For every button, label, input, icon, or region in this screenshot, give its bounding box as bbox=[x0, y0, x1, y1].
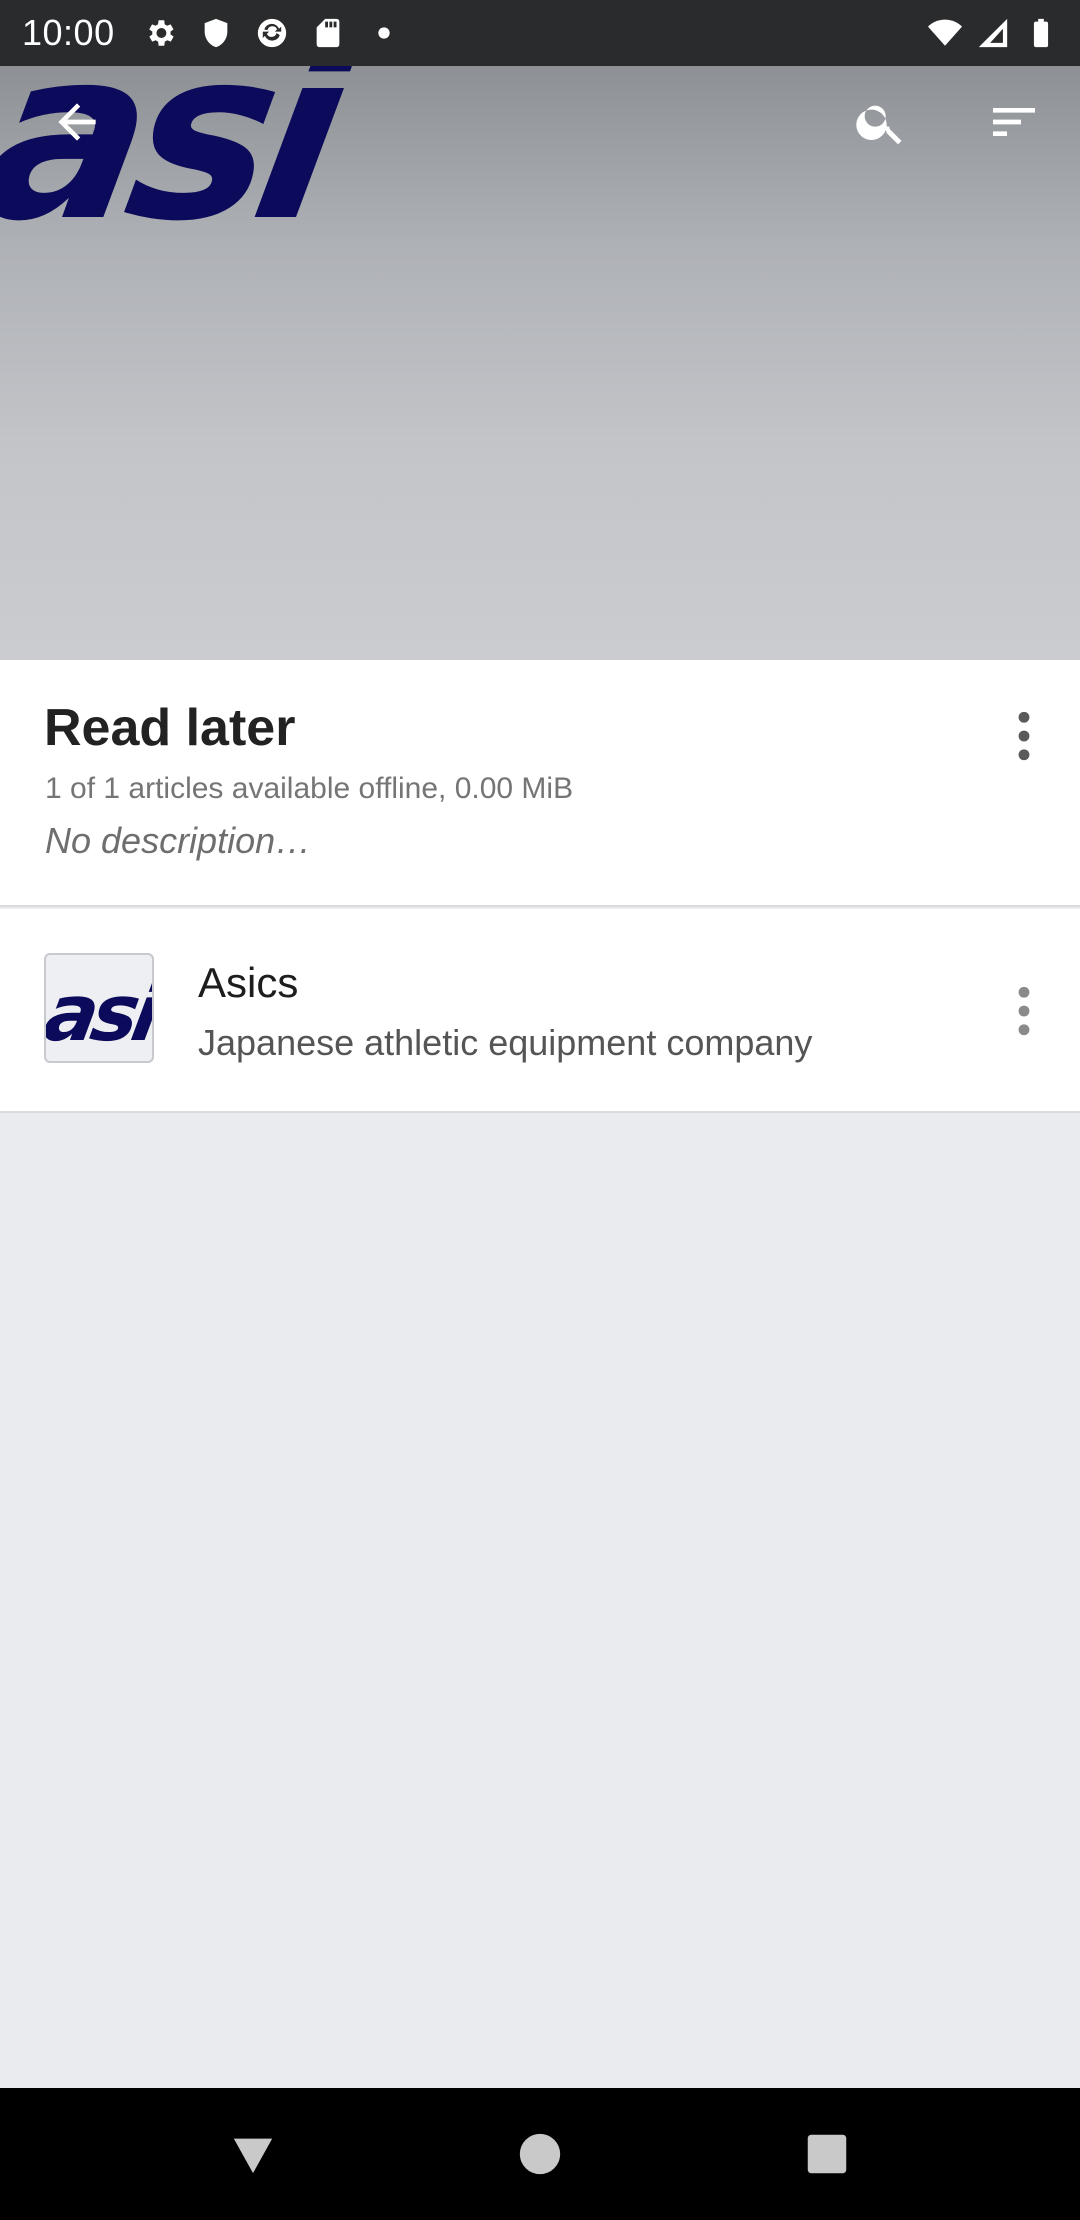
sync-icon bbox=[255, 16, 289, 50]
status-time: 10:00 bbox=[22, 12, 115, 53]
sort-button[interactable] bbox=[966, 74, 1062, 170]
system-nav-bar bbox=[0, 2088, 1080, 2220]
dot-icon bbox=[367, 16, 401, 50]
list-description[interactable]: No description… bbox=[45, 820, 311, 862]
shield-icon bbox=[199, 16, 233, 50]
nav-recents-button[interactable] bbox=[787, 2114, 867, 2194]
nav-back-button[interactable] bbox=[213, 2114, 293, 2194]
signal-icon bbox=[976, 16, 1010, 50]
circle-home-icon bbox=[519, 2133, 561, 2175]
status-icons-right bbox=[928, 16, 1058, 50]
list-item[interactable]: asi Asics Japanese athletic equipment co… bbox=[0, 909, 1080, 1113]
back-button[interactable] bbox=[29, 74, 125, 170]
list-info-card: Read later 1 of 1 articles available off… bbox=[0, 660, 1080, 907]
list-overflow-button[interactable] bbox=[992, 696, 1056, 776]
article-thumbnail: asi bbox=[44, 953, 154, 1063]
wifi-icon bbox=[928, 16, 962, 50]
article-title: Asics bbox=[198, 959, 299, 1006]
nav-home-button[interactable] bbox=[500, 2114, 580, 2194]
search-button[interactable] bbox=[833, 74, 929, 170]
battery-icon bbox=[1024, 16, 1058, 50]
list-title: Read later bbox=[44, 699, 296, 757]
status-bar: 10:00 bbox=[0, 0, 1080, 66]
more-vert-icon bbox=[1018, 986, 1030, 1036]
sd-card-icon bbox=[311, 16, 345, 50]
sort-icon bbox=[993, 108, 1035, 136]
triangle-back-icon bbox=[234, 2138, 273, 2174]
article-description: Japanese athletic equipment company bbox=[198, 1022, 813, 1063]
article-overflow-button[interactable] bbox=[992, 971, 1056, 1051]
screen: 10:00 asi Read later 1 of 1 articles ava… bbox=[0, 0, 1080, 2220]
square-recents-icon bbox=[807, 2134, 846, 2174]
gear-icon bbox=[143, 16, 177, 50]
list-offline-status: 1 of 1 articles available offline, 0.00 … bbox=[45, 772, 574, 805]
arrow-back-icon bbox=[58, 103, 96, 141]
status-icons-left bbox=[143, 16, 401, 50]
search-icon bbox=[856, 105, 902, 145]
article-thumbnail-text: asi bbox=[44, 969, 154, 1059]
more-vert-icon bbox=[1018, 711, 1030, 761]
